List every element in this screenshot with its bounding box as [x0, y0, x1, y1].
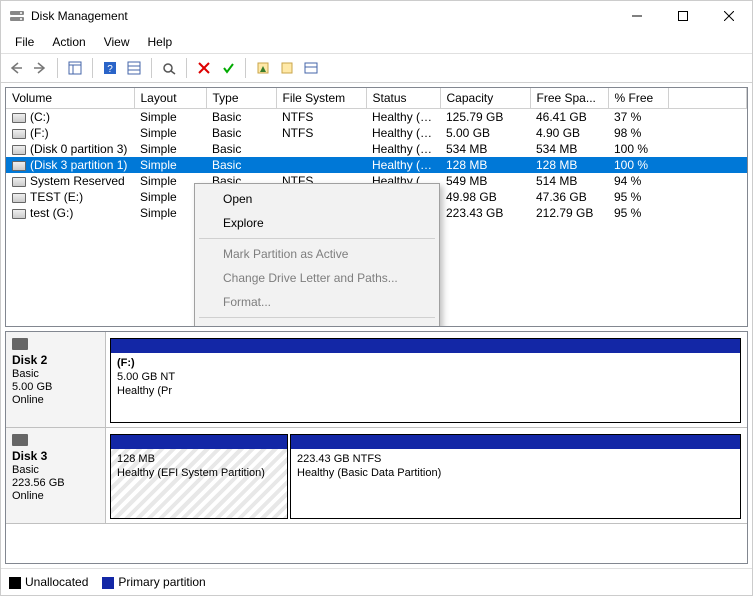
- check-button[interactable]: [217, 57, 239, 79]
- drive-icon: [12, 129, 26, 139]
- toolbar-separator: [57, 58, 58, 78]
- context-menu-separator: [199, 238, 435, 239]
- context-menu-item: Change Drive Letter and Paths...: [197, 266, 437, 290]
- context-menu-item: Format...: [197, 290, 437, 314]
- disk-info[interactable]: Disk 2Basic5.00 GBOnline: [6, 332, 106, 427]
- volume-row[interactable]: (Disk 0 partition 3)SimpleBasicHealthy (…: [6, 141, 747, 157]
- menu-file[interactable]: File: [7, 33, 42, 51]
- action-button-2[interactable]: [276, 57, 298, 79]
- properties-button[interactable]: [300, 57, 322, 79]
- col-free[interactable]: Free Spa...: [530, 88, 608, 109]
- menu-action[interactable]: Action: [44, 33, 93, 51]
- partition-bar: [291, 435, 740, 449]
- disk-icon: [12, 434, 28, 446]
- unallocated-swatch: [9, 577, 21, 589]
- svg-text:?: ?: [107, 64, 113, 75]
- col-volume[interactable]: Volume: [6, 88, 134, 109]
- menu-view[interactable]: View: [96, 33, 138, 51]
- disk-icon: [12, 338, 28, 350]
- context-menu-item[interactable]: Explore: [197, 211, 437, 235]
- col-type[interactable]: Type: [206, 88, 276, 109]
- partition-bar: [111, 435, 287, 449]
- drive-icon: [12, 177, 26, 187]
- help-button[interactable]: ?: [99, 57, 121, 79]
- volume-row[interactable]: (C:)SimpleBasicNTFSHealthy (B...125.79 G…: [6, 109, 747, 126]
- maximize-button[interactable]: [660, 1, 706, 31]
- context-menu-item[interactable]: Open: [197, 187, 437, 211]
- legend: Unallocated Primary partition: [1, 568, 752, 595]
- titlebar: Disk Management: [1, 1, 752, 31]
- toolbar: ?: [1, 54, 752, 83]
- partition[interactable]: 223.43 GB NTFSHealthy (Basic Data Partit…: [290, 434, 741, 519]
- refresh-button[interactable]: [158, 57, 180, 79]
- context-menu-separator: [199, 317, 435, 318]
- toolbar-separator: [245, 58, 246, 78]
- volume-list[interactable]: Volume Layout Type File System Status Ca…: [5, 87, 748, 327]
- volume-row[interactable]: (F:)SimpleBasicNTFSHealthy (P...5.00 GB4…: [6, 125, 747, 141]
- disk-row: Disk 2Basic5.00 GBOnline(F:)5.00 GB NTHe…: [6, 332, 747, 428]
- legend-primary: Primary partition: [102, 575, 205, 589]
- menubar: File Action View Help: [1, 31, 752, 54]
- delete-button[interactable]: [193, 57, 215, 79]
- forward-button[interactable]: [29, 57, 51, 79]
- partition-bar: [111, 339, 740, 353]
- disk-row: Disk 3Basic223.56 GBOnline128 MBHealthy …: [6, 428, 747, 524]
- back-button[interactable]: [5, 57, 27, 79]
- show-hide-tree-button[interactable]: [64, 57, 86, 79]
- context-menu-item: Mark Partition as Active: [197, 242, 437, 266]
- drive-icon: [12, 161, 26, 171]
- context-menu-item: Extend Volume...: [197, 321, 437, 327]
- app-icon: [9, 8, 25, 24]
- column-headers[interactable]: Volume Layout Type File System Status Ca…: [6, 88, 747, 109]
- legend-unallocated: Unallocated: [9, 575, 88, 589]
- col-fs[interactable]: File System: [276, 88, 366, 109]
- minimize-button[interactable]: [614, 1, 660, 31]
- partition[interactable]: (F:)5.00 GB NTHealthy (Pr: [110, 338, 741, 423]
- context-menu: OpenExplore Mark Partition as ActiveChang…: [194, 183, 440, 327]
- col-pct[interactable]: % Free: [608, 88, 668, 109]
- partition[interactable]: 128 MBHealthy (EFI System Partition): [110, 434, 288, 519]
- drive-icon: [12, 209, 26, 219]
- drive-icon: [12, 193, 26, 203]
- toolbar-separator: [92, 58, 93, 78]
- partition-container: 128 MBHealthy (EFI System Partition)223.…: [106, 428, 747, 523]
- close-button[interactable]: [706, 1, 752, 31]
- partition-container: (F:)5.00 GB NTHealthy (Pr: [106, 332, 747, 427]
- primary-swatch: [102, 577, 114, 589]
- drive-icon: [12, 113, 26, 123]
- volume-row[interactable]: (Disk 3 partition 1)SimpleBasicHealthy (…: [6, 157, 747, 173]
- toolbar-separator: [186, 58, 187, 78]
- window-title: Disk Management: [31, 9, 614, 23]
- col-status[interactable]: Status: [366, 88, 440, 109]
- settings-button[interactable]: [123, 57, 145, 79]
- col-layout[interactable]: Layout: [134, 88, 206, 109]
- disk-graphical-view[interactable]: Disk 2Basic5.00 GBOnline(F:)5.00 GB NTHe…: [5, 331, 748, 564]
- toolbar-separator: [151, 58, 152, 78]
- action-button-1[interactable]: [252, 57, 274, 79]
- col-capacity[interactable]: Capacity: [440, 88, 530, 109]
- drive-icon: [12, 145, 26, 155]
- disk-info[interactable]: Disk 3Basic223.56 GBOnline: [6, 428, 106, 523]
- menu-help[interactable]: Help: [140, 33, 181, 51]
